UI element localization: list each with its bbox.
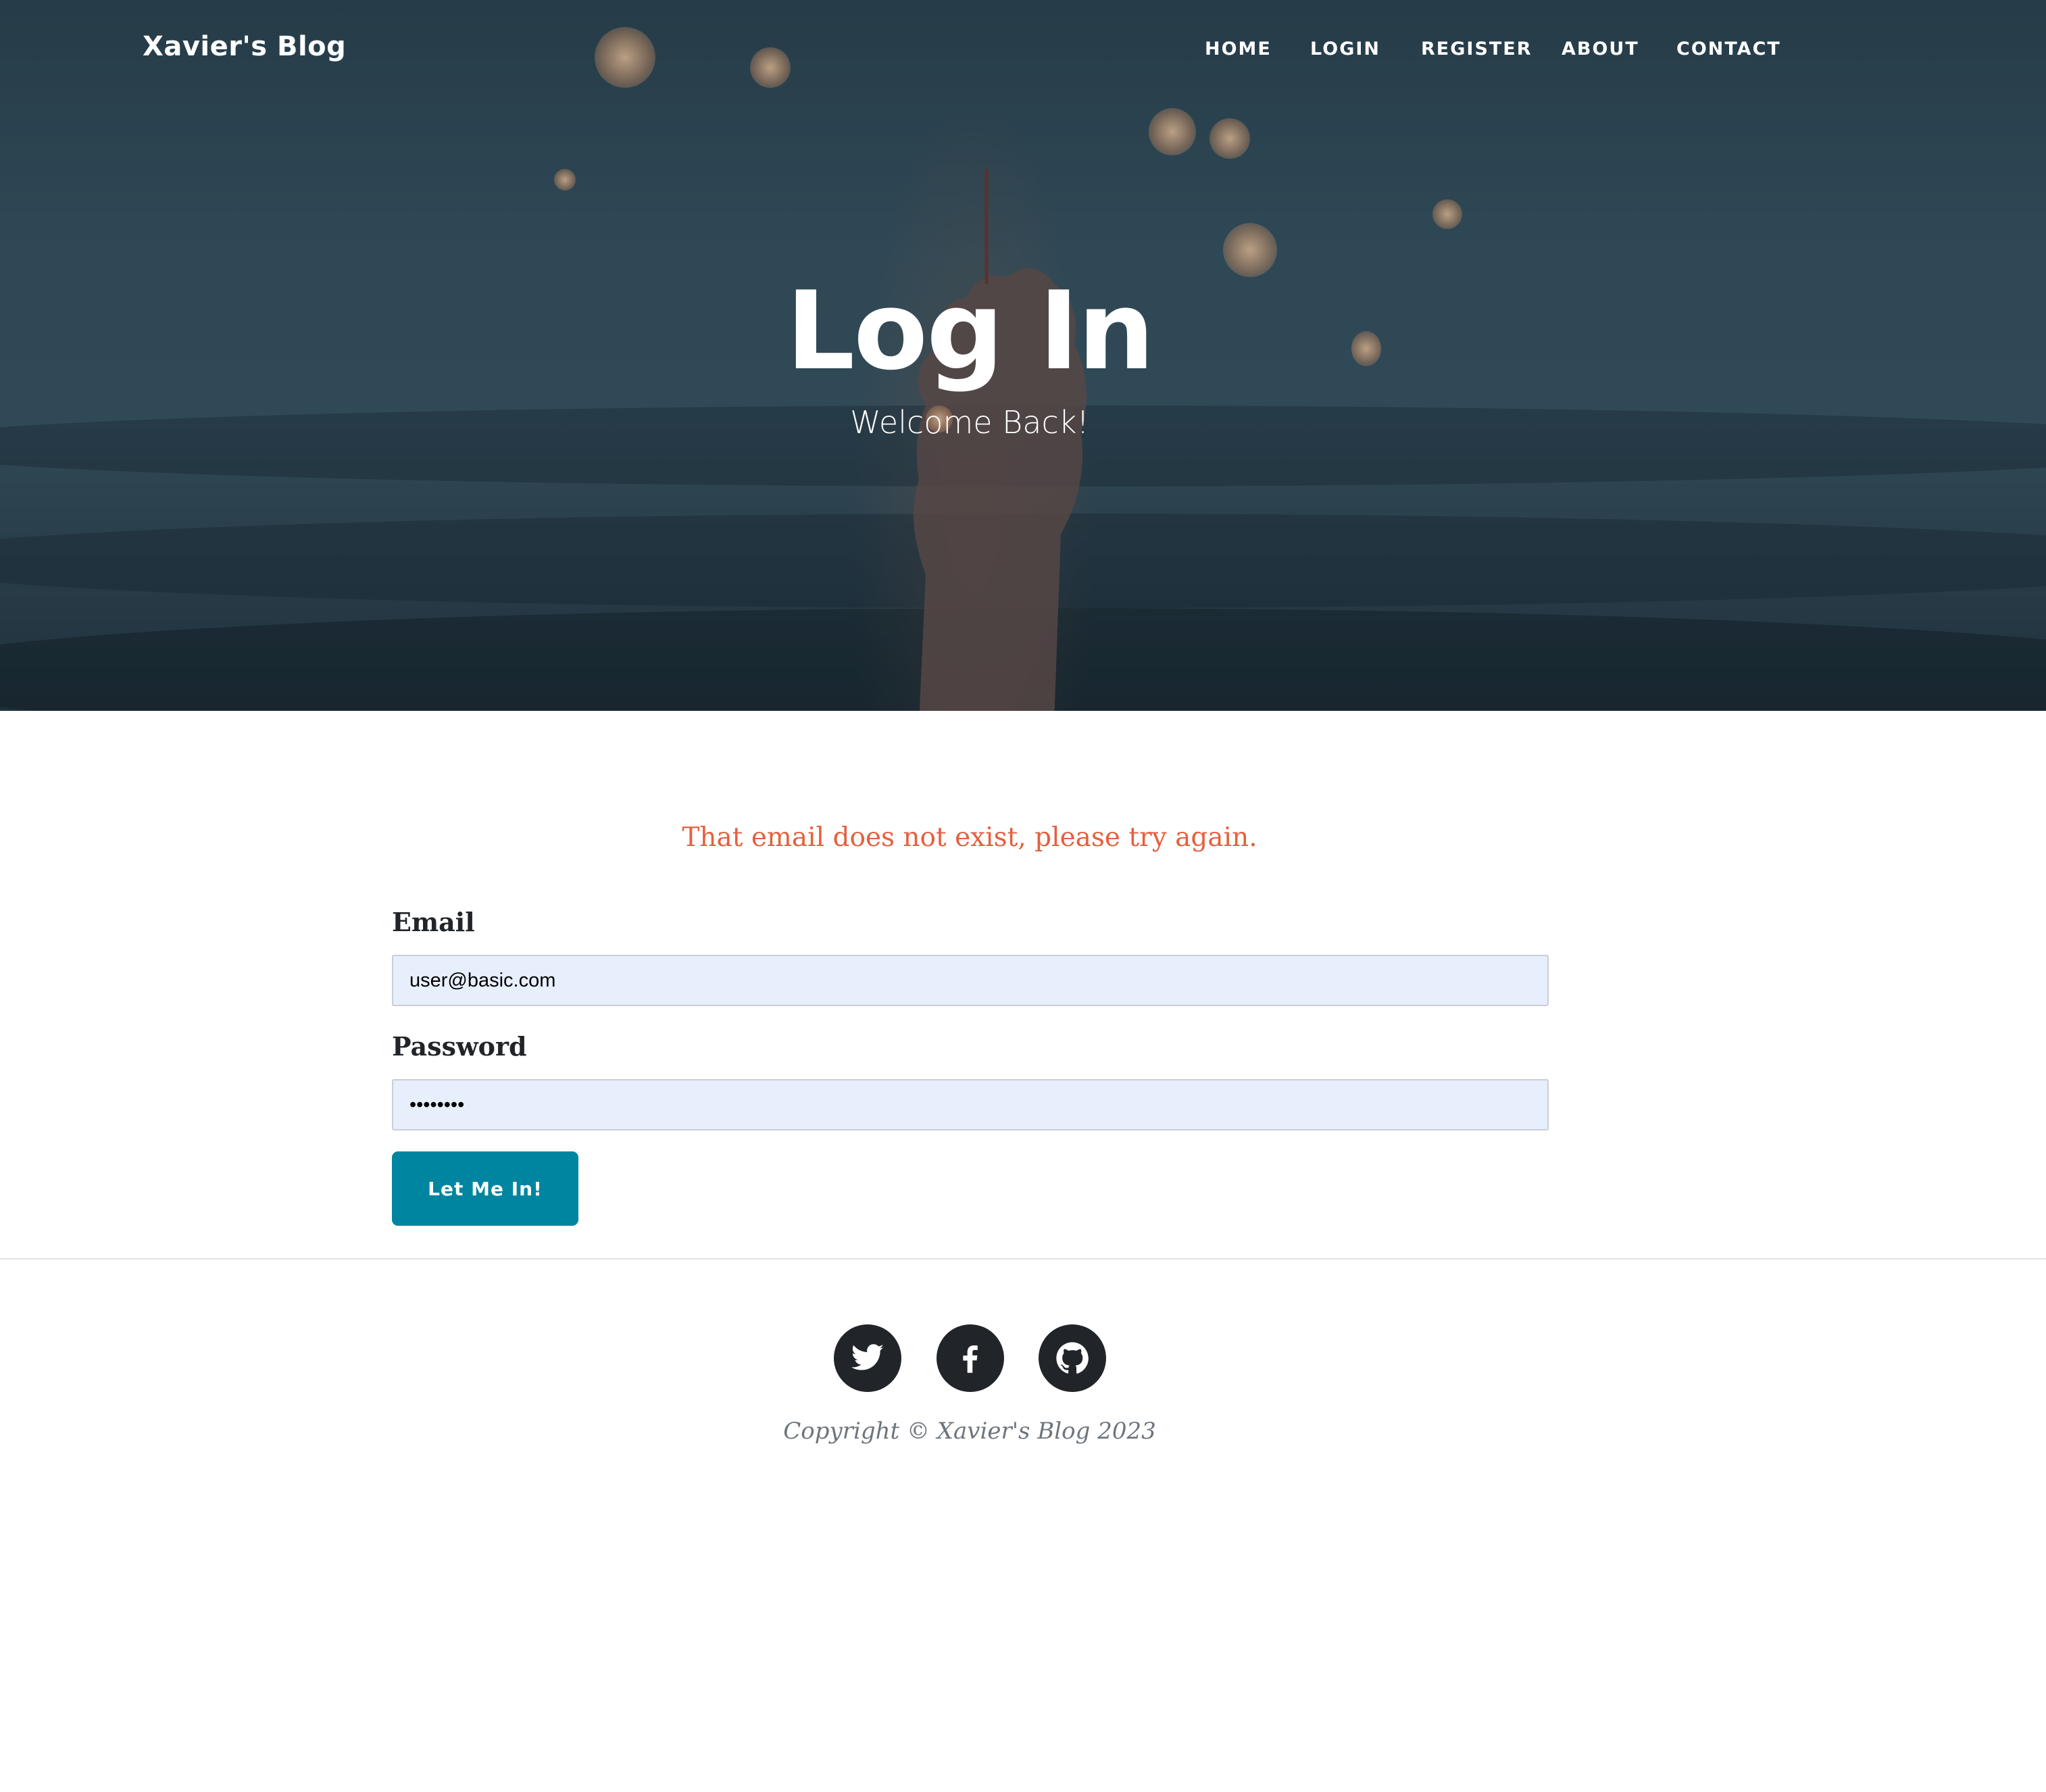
error-flash-message: That email does not exist, please try ag… — [682, 822, 1257, 853]
hero-header: Xavier's Blog HOME LOGIN REGISTER ABOUT … — [0, 0, 2046, 711]
nav-link-home[interactable]: HOME — [1205, 38, 1272, 61]
twitter-icon — [851, 1344, 884, 1370]
github-icon — [1056, 1342, 1089, 1374]
github-link[interactable] — [1039, 1324, 1106, 1392]
nav-link-about[interactable]: ABOUT — [1562, 38, 1639, 61]
facebook-link[interactable] — [937, 1324, 1004, 1392]
password-label: Password — [392, 1031, 527, 1062]
email-field[interactable] — [392, 955, 1549, 1006]
nav-link-contact[interactable]: CONTACT — [1676, 38, 1781, 61]
page-title: Log In — [786, 268, 1155, 394]
login-submit-button[interactable]: Let Me In! — [392, 1151, 578, 1226]
main-nav: HOME LOGIN REGISTER ABOUT CONTACT — [0, 38, 2046, 65]
nav-link-login[interactable]: LOGIN — [1310, 38, 1380, 61]
twitter-link[interactable] — [834, 1324, 901, 1392]
nav-link-register[interactable]: REGISTER — [1421, 38, 1532, 61]
email-label: Email — [392, 907, 475, 937]
copyright-text: Copyright © Xavier's Blog 2023 — [783, 1418, 1156, 1445]
facebook-icon — [963, 1345, 978, 1373]
password-field[interactable] — [392, 1079, 1549, 1130]
page-subtitle: Welcome Back! — [850, 404, 1089, 441]
footer-divider — [0, 1258, 2046, 1260]
